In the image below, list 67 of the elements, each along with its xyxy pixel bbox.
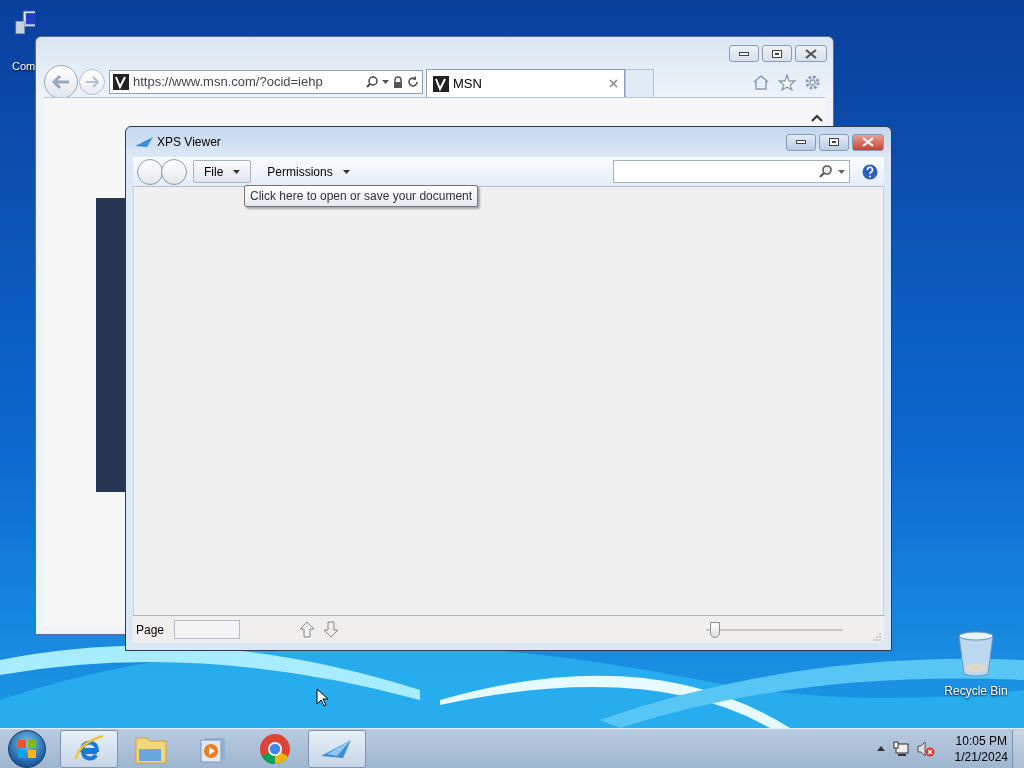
address-text: https://www.msn.com/?ocid=iehp (133, 73, 323, 92)
caret-icon[interactable] (838, 169, 845, 174)
network-icon[interactable] (892, 740, 909, 757)
forward-button[interactable] (161, 158, 187, 185)
close-icon (805, 48, 817, 59)
minimize-icon (796, 140, 806, 144)
mouse-cursor-icon (316, 688, 328, 707)
show-desktop-button[interactable] (1012, 729, 1024, 768)
close-button[interactable] (795, 45, 827, 62)
minimize-button[interactable] (729, 45, 759, 62)
zoom-slider[interactable] (706, 621, 844, 638)
star-icon[interactable] (778, 73, 796, 91)
arrow-right-icon (85, 76, 99, 88)
maximize-icon (829, 138, 839, 146)
clock-date: 1/21/2024 (954, 748, 1008, 765)
close-button[interactable] (852, 133, 884, 151)
back-button[interactable] (137, 158, 163, 185)
desktop-icon-label[interactable]: Com (12, 58, 35, 75)
window-title: XPS Viewer (157, 134, 221, 151)
caret-icon (233, 169, 241, 174)
close-icon[interactable] (609, 79, 618, 88)
page-number-field[interactable] (174, 620, 241, 639)
search-field[interactable] (613, 160, 850, 183)
site-logo-icon (113, 74, 129, 90)
gear-icon[interactable] (804, 73, 821, 91)
menu-button[interactable]: File (193, 160, 252, 183)
minimize-icon (739, 51, 749, 56)
maximize-button[interactable] (819, 133, 849, 151)
help-icon[interactable] (862, 163, 878, 180)
maximize-button[interactable] (762, 45, 792, 62)
caret-icon (342, 169, 350, 174)
arrow-up-icon[interactable] (299, 621, 316, 638)
site-logo-icon (433, 75, 449, 92)
refresh-icon[interactable] (407, 76, 419, 88)
menu-button[interactable]: Permissions (257, 160, 360, 183)
browser-tab[interactable]: MSN (426, 69, 625, 97)
forward-button[interactable] (79, 69, 105, 95)
start-button[interactable] (8, 729, 46, 768)
tab-title: MSN (453, 74, 482, 93)
paper-plane-icon (321, 737, 353, 760)
slider-thumb[interactable] (709, 621, 720, 638)
clock[interactable]: 10:05 PM 1/21/2024 (954, 732, 1008, 765)
minimize-button[interactable] (786, 133, 816, 151)
lock-icon (393, 76, 403, 88)
back-button[interactable] (44, 65, 78, 99)
maximize-icon (772, 49, 782, 58)
tray-expand-icon[interactable] (876, 746, 885, 751)
tooltip: Click here to open or save your document (244, 185, 479, 207)
taskbar-button[interactable] (308, 729, 366, 768)
clock-time: 10:05 PM (955, 732, 1007, 749)
windows-logo-icon (17, 738, 37, 759)
home-icon[interactable] (752, 74, 770, 90)
chevron-up-icon[interactable] (811, 114, 823, 122)
taskbar-button[interactable] (60, 729, 118, 768)
close-icon (862, 137, 874, 147)
paper-plane-icon (135, 137, 153, 147)
resize-grip-icon[interactable] (873, 633, 881, 641)
chrome-icon (259, 732, 291, 765)
speaker-muted-icon[interactable] (916, 740, 935, 757)
search-icon[interactable] (366, 76, 378, 88)
address-bar[interactable]: https://www.msn.com/?ocid=iehp (109, 70, 423, 94)
trash-bin-icon[interactable] (956, 630, 996, 678)
arrow-left-icon (51, 74, 71, 90)
search-icon (819, 165, 832, 178)
caret-icon[interactable] (382, 80, 389, 84)
arrow-down-icon[interactable] (323, 621, 340, 638)
page-label: Page (136, 621, 165, 639)
